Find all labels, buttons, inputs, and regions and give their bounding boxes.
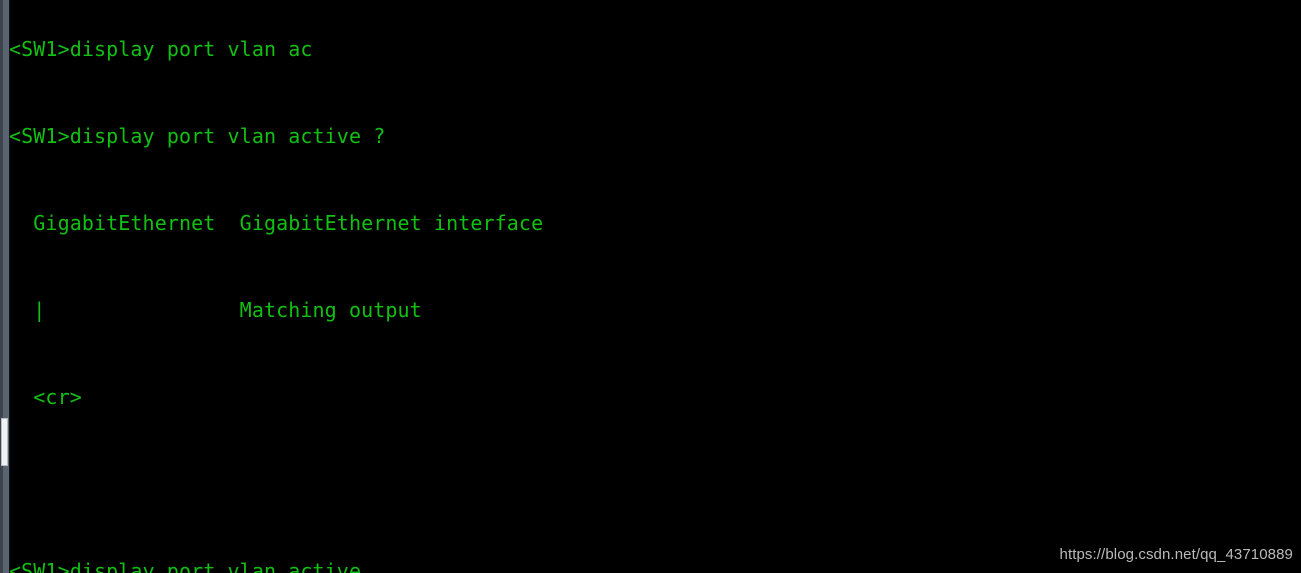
vertical-scrollbar[interactable] <box>0 0 10 573</box>
help-entry-pipe: | Matching output <box>9 298 422 322</box>
scrollbar-track[interactable] <box>0 0 3 573</box>
terminal-window: <SW1>display port vlan ac <SW1>display p… <box>0 0 1301 573</box>
console-output: <SW1>display port vlan ac <SW1>display p… <box>9 0 1301 573</box>
help-command-line: <SW1>display port vlan active ? <box>9 124 386 148</box>
help-entry-gigabitethernet: GigabitEthernet GigabitEthernet interfac… <box>9 211 544 235</box>
scrolled-off-line: <SW1>display port vlan ac <box>9 37 313 61</box>
watermark: https://blog.csdn.net/qq_43710889 <box>1059 546 1293 563</box>
help-entry-cr: <cr> <box>9 385 82 409</box>
scrollbar-thumb[interactable] <box>1 418 8 466</box>
